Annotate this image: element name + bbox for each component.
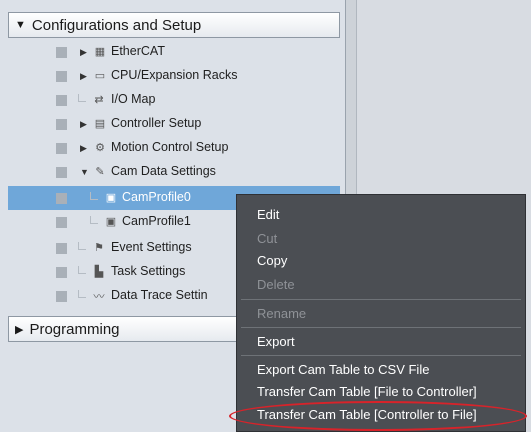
expand-triangle-icon[interactable]: ▶ [80,47,87,58]
io-map-icon: ⇄ [94,94,104,106]
row-marker [56,143,67,154]
tree-connector [78,290,86,298]
row-marker [56,167,67,178]
tree-item-label: Task Settings [111,264,186,278]
row-marker [56,71,67,82]
tree-item-motion-control-setup[interactable]: ▶ ⚙ Motion Control Setup [8,136,340,160]
cam-icon: ✎ [95,166,105,178]
menu-item-export-cam-table-csv[interactable]: Export Cam Table to CSV File [257,362,429,377]
menu-item-delete[interactable]: Delete [257,277,295,292]
tree-connector [78,94,86,102]
rack-icon: ▭ [94,70,106,82]
configurations-and-setup-header[interactable]: ▼ Configurations and Setup [8,12,340,38]
menu-item-export[interactable]: Export [257,334,295,349]
menu-item-transfer-file-to-controller[interactable]: Transfer Cam Table [File to Controller] [257,384,477,399]
collapse-triangle-icon: ▼ [15,19,26,31]
tree-connector [90,192,98,200]
row-marker [56,243,67,254]
context-menu: Edit Cut Copy Delete Rename Export Expor… [236,194,526,432]
menu-separator [241,355,521,356]
row-marker [56,193,67,204]
tree-item-io-map[interactable]: ⇄ I/O Map [8,88,340,112]
tree-item-label: Data Trace Settin [111,288,208,302]
tree-item-cam-data-settings[interactable]: ▼ ✎ Cam Data Settings [8,160,340,184]
tree-item-label: I/O Map [111,92,156,106]
row-marker [56,95,67,106]
menu-item-copy[interactable]: Copy [257,253,287,268]
task-icon: ▙ [94,266,104,278]
tree-connector [90,216,98,224]
tree-item-label: CamProfile0 [122,190,191,204]
row-marker [56,47,67,58]
menu-item-edit[interactable]: Edit [257,207,279,222]
tree-item-controller-setup[interactable]: ▶ ▤ Controller Setup [8,112,340,136]
tree-connector [78,266,86,274]
trace-icon: 〰 [93,290,105,303]
menu-item-cut[interactable]: Cut [257,231,277,246]
tree-item-cpu-expansion-racks[interactable]: ▶ ▭ CPU/Expansion Racks [8,64,340,88]
menu-item-rename[interactable]: Rename [257,306,306,321]
highlight-ellipse [229,401,527,431]
tree-item-label: Event Settings [111,240,192,254]
collapse-triangle-icon[interactable]: ▼ [80,167,89,177]
expand-triangle-icon[interactable]: ▶ [80,71,87,82]
tree-item-label: Controller Setup [111,116,202,130]
menu-separator [241,299,521,300]
tree-connector [78,242,86,250]
expand-triangle-icon: ▶ [15,323,24,336]
tree-item-label: Cam Data Settings [111,164,216,178]
programming-header-label: Programming [29,320,120,338]
configurations-header-label: Configurations and Setup [31,16,202,34]
row-marker [56,291,67,302]
controller-setup-icon: ▤ [94,118,106,130]
row-marker [56,267,67,278]
expand-triangle-icon[interactable]: ▶ [80,119,87,130]
tree-item-ethercat[interactable]: ▶ ▦ EtherCAT [8,40,340,64]
tree-item-label: CPU/Expansion Racks [111,68,238,82]
cam-profile-icon: ▣ [105,192,117,204]
ethercat-icon: ▦ [94,46,106,58]
gear-icon: ⚙ [95,142,105,154]
tree-item-label: EtherCAT [111,44,165,58]
tree-item-label: Motion Control Setup [111,140,229,154]
row-marker [56,119,67,130]
cam-profile-icon: ▣ [105,216,117,228]
row-marker [56,217,67,228]
flag-icon: ⚑ [94,242,104,254]
tree-item-label: CamProfile1 [122,214,191,228]
expand-triangle-icon[interactable]: ▶ [80,143,87,154]
menu-separator [241,327,521,328]
